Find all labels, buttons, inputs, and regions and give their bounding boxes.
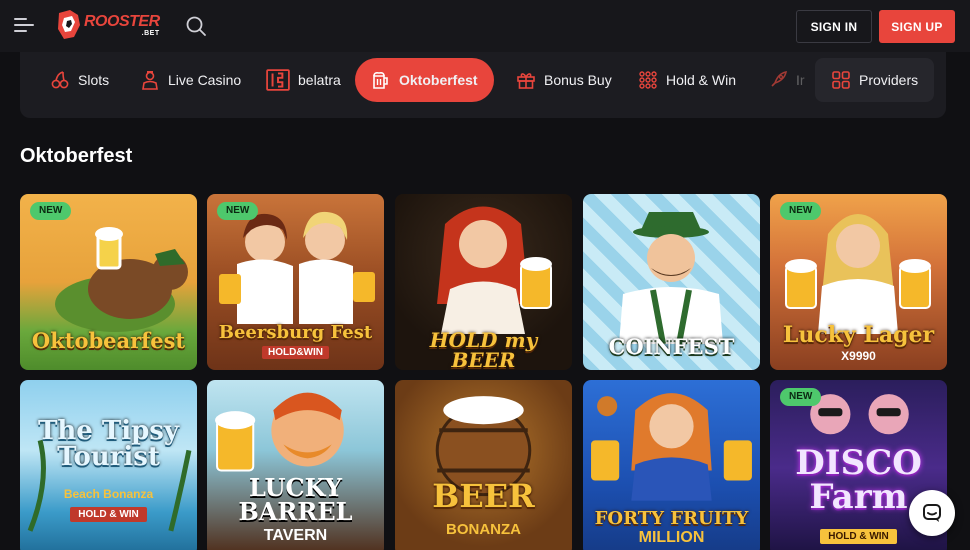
- category-nav: Slots Live Casino belatra Oktoberfest Bo…: [20, 52, 946, 118]
- search-icon[interactable]: [185, 15, 207, 37]
- game-tile-beer-bonanza[interactable]: BEER BONANZA: [395, 380, 572, 550]
- section-title: Oktoberfest: [20, 145, 133, 167]
- dealer-icon: [142, 71, 158, 90]
- game-title: FORTY FRUITY: [594, 508, 749, 529]
- rooster-logo-icon: [58, 10, 80, 39]
- logo-title: ROOSTER: [84, 12, 160, 30]
- game-tile-lucky-barrel[interactable]: LUCKY BARREL TAVERN: [207, 380, 384, 550]
- category-hold-and-win[interactable]: Hold & Win: [638, 58, 736, 102]
- category-belatra[interactable]: belatra: [266, 58, 341, 102]
- category-label: Hold & Win: [666, 72, 737, 88]
- game-tile-oktobearfest[interactable]: NEW Oktobearfest: [20, 194, 197, 370]
- game-subtitle: X9990: [841, 349, 876, 363]
- game-title: BEER: [432, 477, 535, 515]
- belatra-icon: [266, 69, 290, 91]
- game-subtitle: BONANZA: [446, 521, 521, 538]
- game-title: Lucky Lager: [782, 322, 935, 348]
- category-bonus-buy[interactable]: Bonus Buy: [516, 58, 612, 102]
- beer-girls-illustration: [219, 211, 375, 324]
- new-badge: NEW: [217, 202, 259, 220]
- top-header: ROOSTER .BET SIGN IN SIGN UP: [0, 0, 970, 52]
- game-title: The Tipsy Tourist: [38, 416, 179, 472]
- category-label: Providers: [859, 72, 919, 88]
- category-label: Bonus Buy: [544, 72, 612, 88]
- game-title: COINFEST: [608, 334, 735, 359]
- grid-icon: [832, 71, 850, 89]
- new-badge: NEW: [780, 202, 822, 220]
- game-title: Beersburg Fest: [218, 322, 373, 343]
- game-subtitle: MILLION: [638, 529, 705, 546]
- sign-up-button[interactable]: SIGN UP: [879, 10, 955, 43]
- game-tile-beersburg-fest[interactable]: NEW Beersburg Fest HOLD&WIN: [207, 194, 384, 370]
- rocket-icon: [771, 70, 788, 87]
- category-label: belatra: [298, 72, 341, 88]
- chat-icon: [923, 504, 941, 522]
- providers-button[interactable]: Providers: [815, 58, 935, 102]
- sign-in-button[interactable]: SIGN IN: [796, 10, 872, 43]
- new-badge: NEW: [30, 202, 72, 220]
- logo[interactable]: ROOSTER .BET: [56, 9, 160, 41]
- game-tile-forty-fruity-million[interactable]: FORTY FRUITY MILLION: [583, 380, 760, 550]
- game-badge-label: HOLD & WIN: [70, 507, 147, 522]
- logo-subtitle: .BET: [141, 29, 160, 37]
- game-tile-tipsy-tourist[interactable]: The Tipsy Tourist Beach Bonanza HOLD & W…: [20, 380, 197, 550]
- game-subtitle: HOLD & WIN: [820, 529, 897, 544]
- new-badge: NEW: [780, 388, 822, 406]
- cherry-icon: [51, 71, 69, 89]
- game-title: Oktobearfest: [31, 328, 186, 353]
- category-slots[interactable]: Slots: [50, 58, 109, 102]
- game-subtitle: Beach Bonanza: [63, 487, 154, 501]
- gift-icon: [517, 73, 535, 89]
- chat-button[interactable]: [909, 490, 955, 536]
- game-tile-lucky-lager[interactable]: NEW Lucky Lager X9990: [770, 194, 947, 370]
- category-label: Live Casino: [168, 72, 242, 88]
- category-live-casino[interactable]: Live Casino: [140, 58, 241, 102]
- category-label: Oktoberfest: [399, 72, 478, 88]
- category-oktoberfest[interactable]: Oktoberfest: [355, 58, 494, 102]
- category-label: Slots: [78, 72, 110, 88]
- game-tile-coinfest[interactable]: COINFEST: [583, 194, 760, 370]
- game-title: LUCKY BARREL: [238, 473, 353, 526]
- game-subtitle: TAVERN: [263, 527, 328, 544]
- beer-mug-icon: [373, 72, 388, 89]
- grid-dots-icon: [639, 71, 657, 89]
- game-tile-hold-my-beer[interactable]: HOLD my BEER: [395, 194, 572, 370]
- game-subtitle: HOLD&WIN: [262, 346, 329, 359]
- menu-icon[interactable]: [14, 17, 34, 33]
- game-title: HOLD my BEER: [429, 328, 538, 370]
